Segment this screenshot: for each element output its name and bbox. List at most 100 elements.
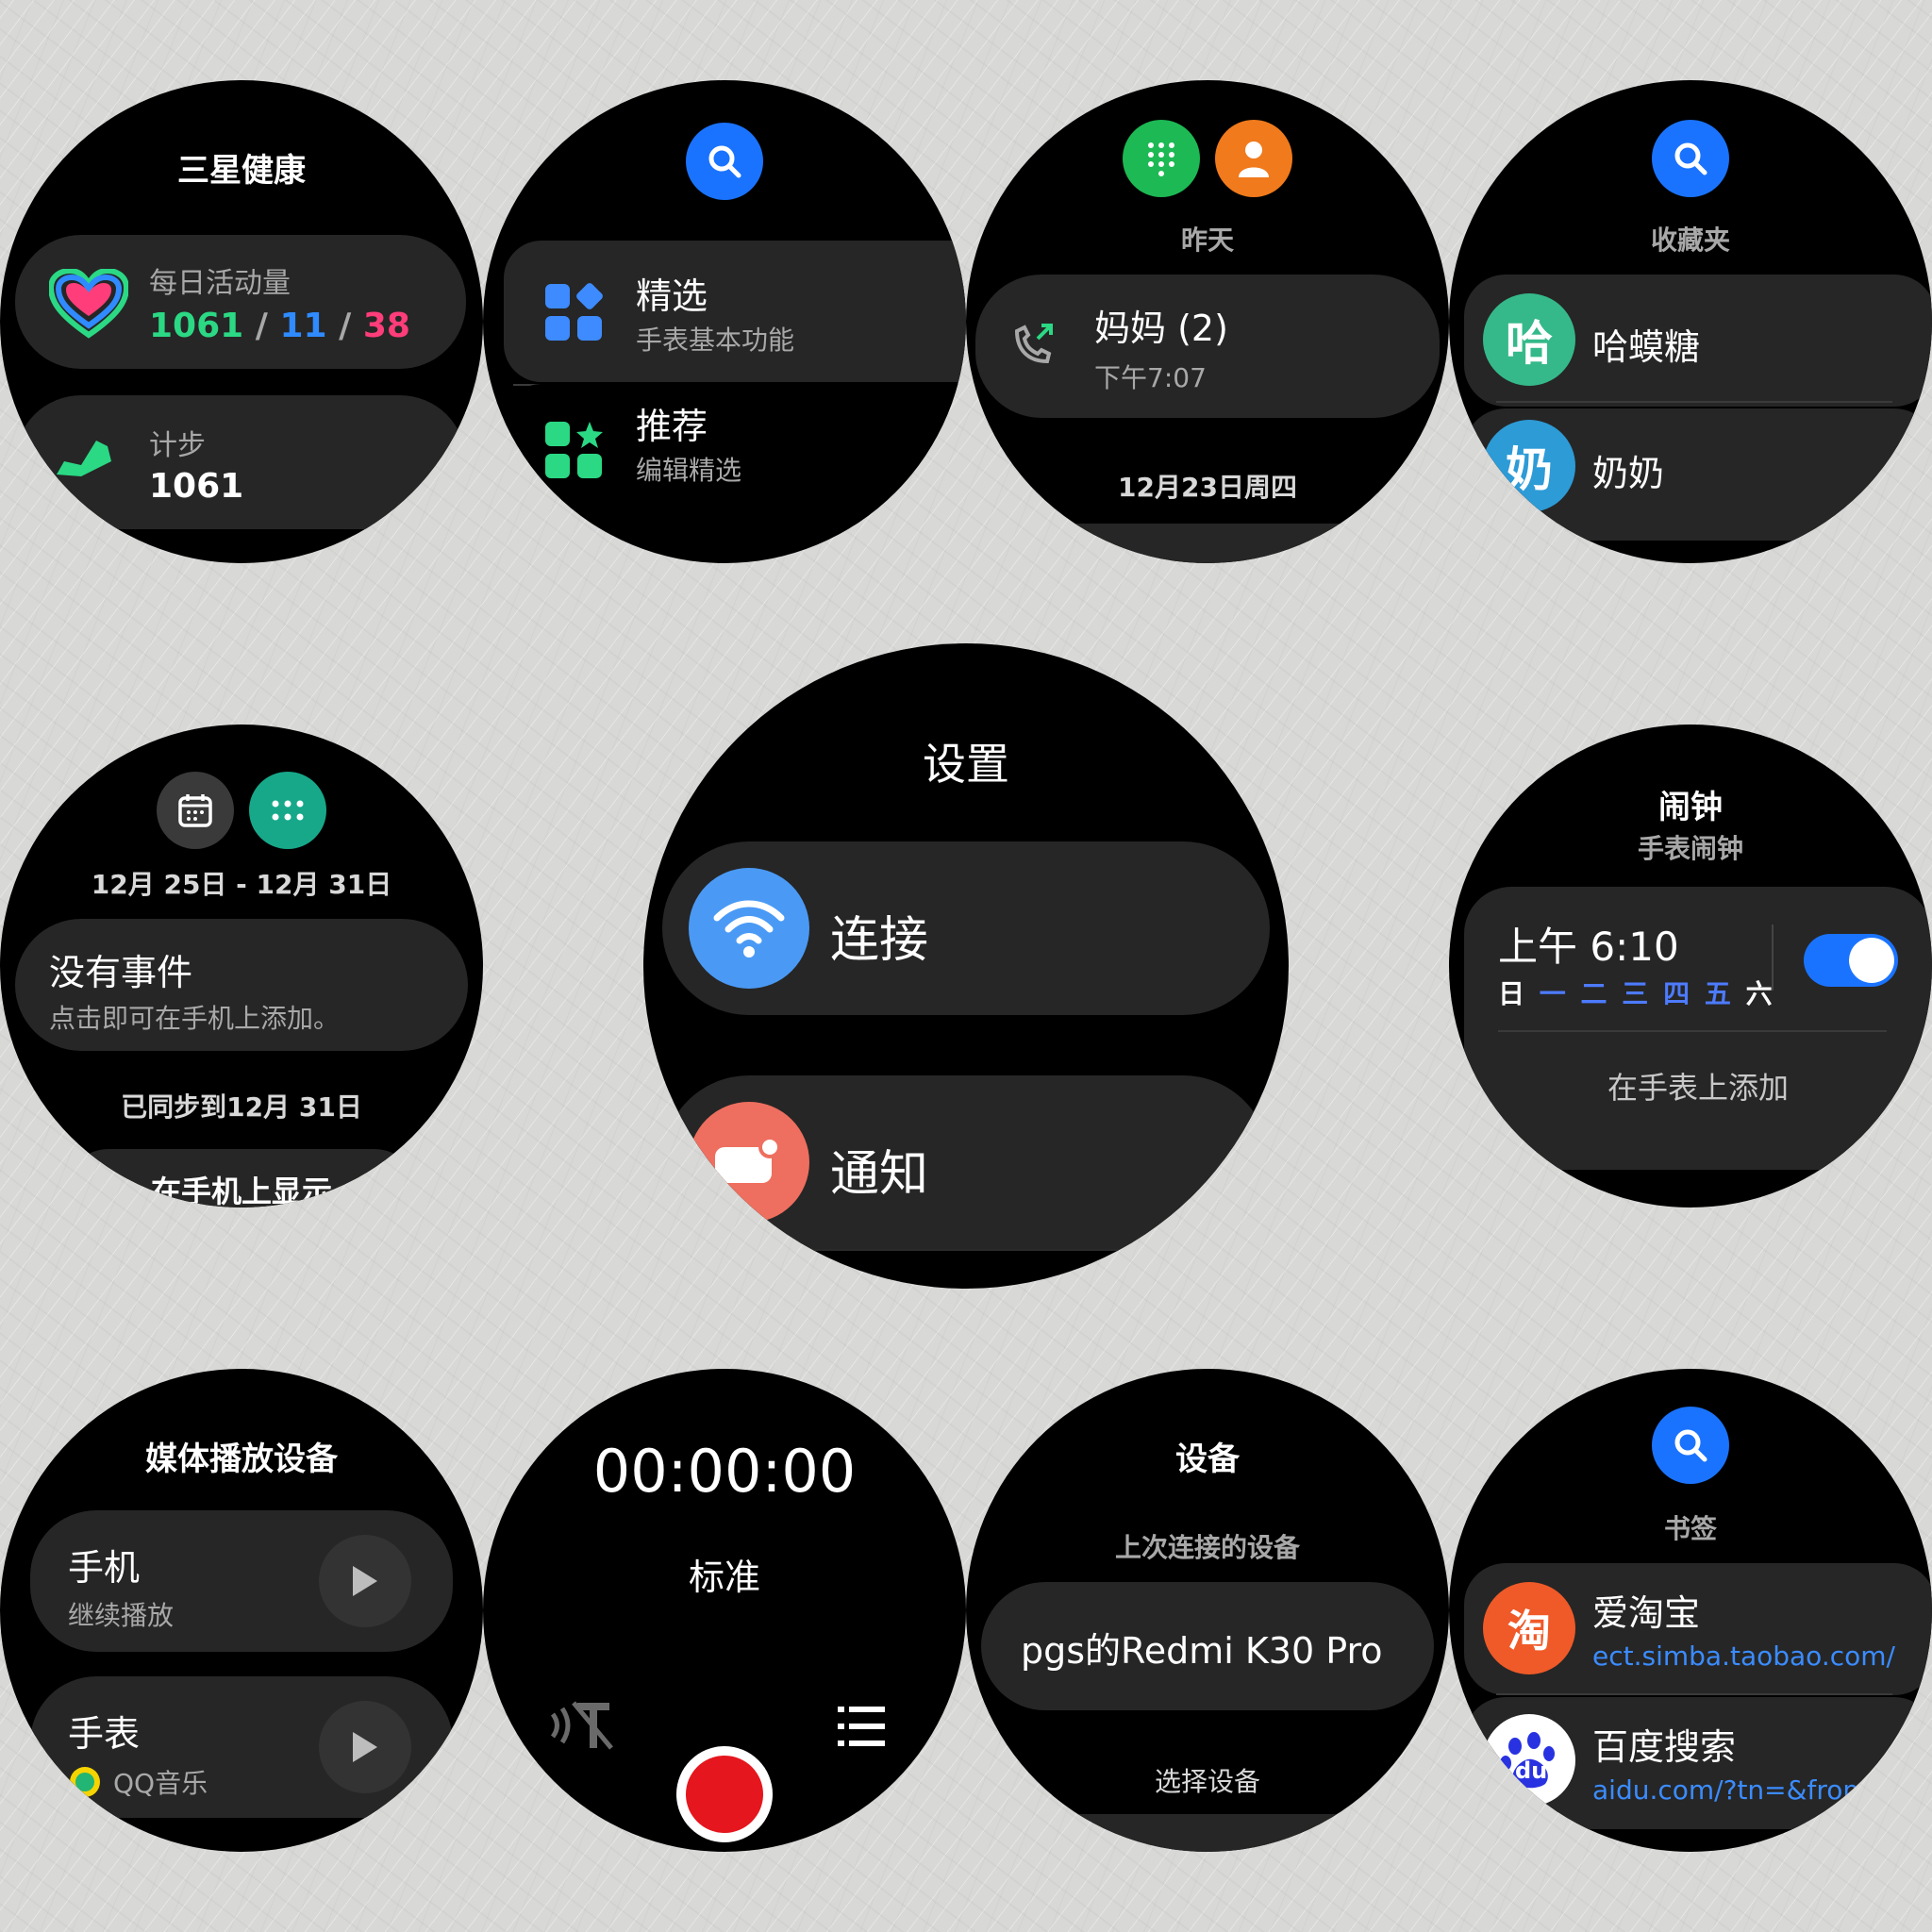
contact-item[interactable]: 哈 哈蟆糖 <box>1464 275 1932 407</box>
tiles-item-recommended[interactable]: 推荐 编辑精选 <box>504 384 966 525</box>
alarm-day: 六 <box>1745 978 1773 1009</box>
media-title: 媒体播放设备 <box>145 1441 338 1478</box>
section-bookmarks: 书签 <box>1663 1513 1717 1544</box>
select-device-item[interactable] <box>1041 1814 1374 1852</box>
divider <box>1496 401 1892 403</box>
bookmark-icon-glyph: du <box>1515 1757 1548 1784</box>
alarm-day: 三 <box>1622 978 1649 1009</box>
play-icon <box>353 1732 377 1762</box>
alarm-day: 二 <box>1580 978 1607 1009</box>
bookmark-item[interactable]: 淘 爱淘宝 ect.simba.taobao.com/ <box>1464 1563 1932 1695</box>
no-events-card[interactable]: 没有事件 点击即可在手机上添加。 <box>15 919 468 1051</box>
device-name: pgs的Redmi K30 Pro <box>1021 1630 1383 1672</box>
alarm-days: 日 一 二 三 四 五 六 <box>1498 974 1773 1011</box>
show-on-phone-button[interactable]: 在手机上显示 <box>66 1149 417 1208</box>
search-icon <box>708 145 741 178</box>
watch-contacts: 收藏夹 哈 哈蟆糖 奶 奶奶 <box>1449 80 1932 563</box>
activity-minutes-value: 11 <box>279 307 327 345</box>
watch-calendar: 12月 25日 - 12月 31日 没有事件 点击即可在手机上添加。 已同步到1… <box>0 724 483 1208</box>
add-on-watch-button[interactable]: 在手表上添加 <box>1464 1064 1932 1108</box>
apps-button[interactable] <box>249 772 326 849</box>
section-favorites: 收藏夹 <box>1650 225 1730 256</box>
divider <box>1498 1030 1887 1032</box>
watch-alarm: 闹钟 手表闹钟 上午 6:10 日 一 二 三 四 五 六 在手表上添加 <box>1449 724 1932 1208</box>
alarm-item[interactable]: 上午 6:10 日 一 二 三 四 五 六 在手表上添加 <box>1464 887 1932 1170</box>
keypad-button[interactable] <box>1123 120 1200 197</box>
search-icon <box>1674 1429 1707 1462</box>
call-log-item[interactable]: 妈妈 (2) 下午7:07 <box>975 275 1440 418</box>
last-connected-label: 上次连接的设备 <box>1114 1532 1300 1563</box>
bookmark-item[interactable]: du 百度搜索 aidu.com/?tn=&from= <box>1464 1697 1932 1829</box>
tiles-grid-star-icon <box>543 420 604 484</box>
add-on-phone-hint: 点击即可在手机上添加。 <box>49 1003 341 1034</box>
alarm-day: 四 <box>1663 978 1690 1009</box>
record-button[interactable] <box>676 1746 773 1842</box>
alarm-toggle[interactable] <box>1804 934 1898 987</box>
activity-steps-value: 1061 <box>149 307 244 345</box>
tiles-item-title: 精选 <box>636 275 708 317</box>
settings-item-notifications[interactable]: 通知 <box>662 1075 1270 1249</box>
contact-item[interactable]: 奶 奶奶 <box>1464 408 1932 541</box>
call-log-item-next[interactable] <box>1023 524 1392 563</box>
tiles-item-title: 推荐 <box>636 406 708 447</box>
date-range: 12月 25日 - 12月 31日 <box>91 869 392 900</box>
caller-name: 妈妈 (2) <box>1094 308 1228 349</box>
no-events-label: 没有事件 <box>49 952 193 993</box>
media-device-name: 手表 <box>68 1713 141 1755</box>
calendar-icon <box>178 794 212 827</box>
watch-settings: 设置 连接 通知 <box>643 643 1289 1289</box>
calendar-button[interactable] <box>157 772 234 849</box>
contact-name: 奶奶 <box>1592 453 1665 494</box>
recording-mode: 标准 <box>688 1557 760 1598</box>
steps-card[interactable]: 计步 1061 <box>15 395 466 529</box>
play-button[interactable] <box>319 1535 411 1627</box>
alarm-day: 五 <box>1704 978 1731 1009</box>
watch-media: 媒体播放设备 手机 继续播放 手表 QQ音乐 <box>0 1369 483 1852</box>
divider <box>1496 1693 1892 1695</box>
watch-devices: 设备 上次连接的设备 pgs的Redmi K30 Pro 选择设备 <box>966 1369 1449 1852</box>
alarm-subtitle: 手表闹钟 <box>1637 833 1743 864</box>
recordings-list-button[interactable] <box>838 1705 885 1752</box>
tiles-item-featured[interactable]: 精选 手表基本功能 <box>504 241 966 382</box>
voice-to-text-icon <box>550 1701 613 1750</box>
bookmark-icon-glyph: 淘 <box>1507 1606 1551 1657</box>
search-button[interactable] <box>1652 120 1729 197</box>
notification-button-bg <box>689 1102 809 1223</box>
play-button[interactable] <box>319 1701 411 1793</box>
person-icon <box>1239 142 1269 177</box>
qq-music-icon <box>70 1767 100 1797</box>
tiles-item-subtitle: 手表基本功能 <box>636 325 795 356</box>
record-icon <box>686 1756 763 1833</box>
media-device-watch[interactable]: 手表 QQ音乐 <box>30 1676 453 1818</box>
watch-tiles: 精选 手表基本功能 推荐 编辑精选 <box>483 80 966 563</box>
outgoing-call-icon <box>1009 322 1057 373</box>
bookmark-url: ect.simba.taobao.com/ <box>1592 1641 1895 1672</box>
tiles-grid-icon <box>543 282 604 346</box>
taobao-icon: 淘 <box>1483 1582 1575 1674</box>
media-device-phone[interactable]: 手机 继续播放 <box>30 1510 453 1652</box>
show-on-phone-label: 在手机上显示 <box>150 1174 332 1208</box>
search-button[interactable] <box>686 123 763 200</box>
divider <box>747 1249 1185 1251</box>
alarm-day: 一 <box>1539 978 1566 1009</box>
search-button[interactable] <box>1652 1407 1729 1484</box>
steps-label: 计步 <box>149 429 206 462</box>
contact-avatar: 奶 <box>1483 420 1575 512</box>
voice-to-text-button[interactable] <box>549 1699 615 1756</box>
activity-calories-value: 38 <box>362 307 410 345</box>
list-icon <box>838 1707 885 1746</box>
activity-heart-icon <box>47 267 130 342</box>
baidu-icon: du <box>1483 1714 1575 1807</box>
contact-avatar-initial: 哈 <box>1506 316 1553 371</box>
activity-label: 每日活动量 <box>149 267 291 300</box>
daily-activity-card[interactable]: 每日活动量 1061 / 11 / 38 <box>15 235 466 369</box>
watch-recorder: 00:00:00 标准 <box>483 1369 966 1852</box>
settings-item-connections[interactable]: 连接 <box>662 841 1270 1015</box>
device-item[interactable]: pgs的Redmi K30 Pro <box>981 1582 1434 1710</box>
activity-values: 1061 / 11 / 38 <box>149 307 410 345</box>
media-device-name: 手机 <box>68 1547 141 1589</box>
bookmark-title: 百度搜索 <box>1592 1726 1737 1768</box>
section-date: 12月23日周四 <box>1118 472 1297 503</box>
contacts-button[interactable] <box>1215 120 1292 197</box>
section-yesterday: 昨天 <box>1180 225 1234 256</box>
